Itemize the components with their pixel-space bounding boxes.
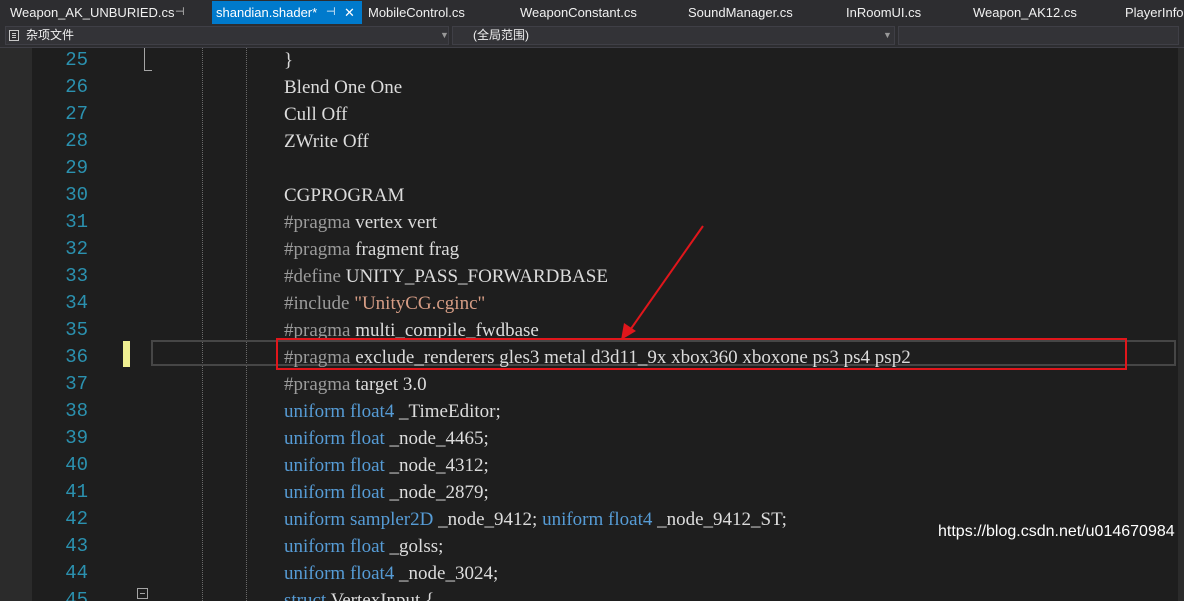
watermark-text: https://blog.csdn.net/u014670984 (938, 523, 1175, 540)
annotation-arrow (621, 225, 704, 340)
